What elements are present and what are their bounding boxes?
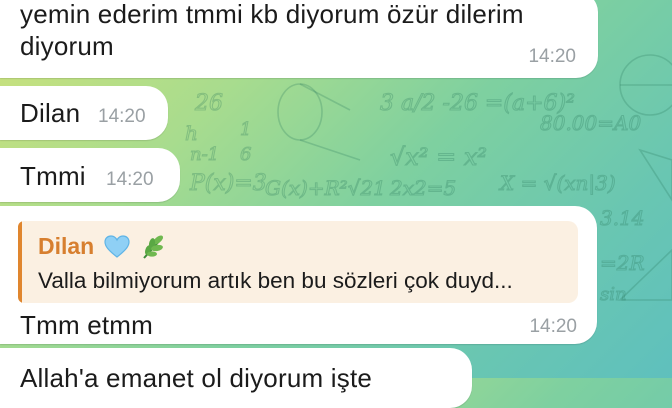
svg-text:P(x)=3: P(x)=3 [189,171,267,196]
svg-text:√x² = x²: √x² = x² [390,143,487,171]
message-bubble[interactable]: Dilan 14:20 [0,86,168,140]
herb-icon [143,235,164,259]
svg-text:3.14: 3.14 [600,206,645,230]
reply-accent-bar [18,221,22,303]
svg-text:X = √(xn|3): X = √(xn|3) [498,171,616,196]
message-text: Tmm etmm [20,310,154,340]
svg-text:=2R: =2R [600,251,645,275]
message-bubble[interactable]: Allah'a emanet ol diyorum işte [0,348,472,408]
svg-text:G(x)+R²√21: G(x)+R²√21 [265,176,386,200]
message-time: 14:20 [106,169,154,190]
svg-text:1: 1 [240,119,251,140]
svg-text:6: 6 [240,144,251,165]
reply-text: Valla bilmiyorum artık ben bu sözleri ço… [38,268,513,293]
blue-heart-icon [104,234,130,258]
svg-text:h: h [185,121,198,145]
message-bubble-with-reply[interactable]: Dilan Valla bilmiyorum artık ben bu sözl… [0,206,597,344]
message-time: 14:20 [529,316,577,337]
reply-quote[interactable]: Dilan Valla bilmiyorum artık ben bu sözl… [18,221,578,303]
svg-text:3 a/2 -26 =(a+6)²: 3 a/2 -26 =(a+6)² [380,91,575,116]
message-text: Dilan [20,98,81,128]
svg-text:2x2=5: 2x2=5 [389,176,456,200]
message-time: 14:20 [528,46,576,67]
message-bubble[interactable]: yemin ederim tmmi kb diyorum özür dileri… [0,0,598,78]
message-bubble[interactable]: Tmmi 14:20 [0,148,180,202]
message-text: yemin ederim tmmi kb diyorum özür dileri… [20,0,524,61]
svg-text:n-1: n-1 [190,144,219,165]
svg-text:80.00=A0: 80.00=A0 [540,111,641,135]
message-text: Allah'a emanet ol diyorum işte [20,363,373,393]
svg-text:sin: sin [600,284,627,305]
svg-text:26: 26 [194,91,223,116]
message-time: 14:20 [98,106,146,127]
message-text: Tmmi [20,161,86,191]
reply-sender-name: Dilan [38,233,95,259]
